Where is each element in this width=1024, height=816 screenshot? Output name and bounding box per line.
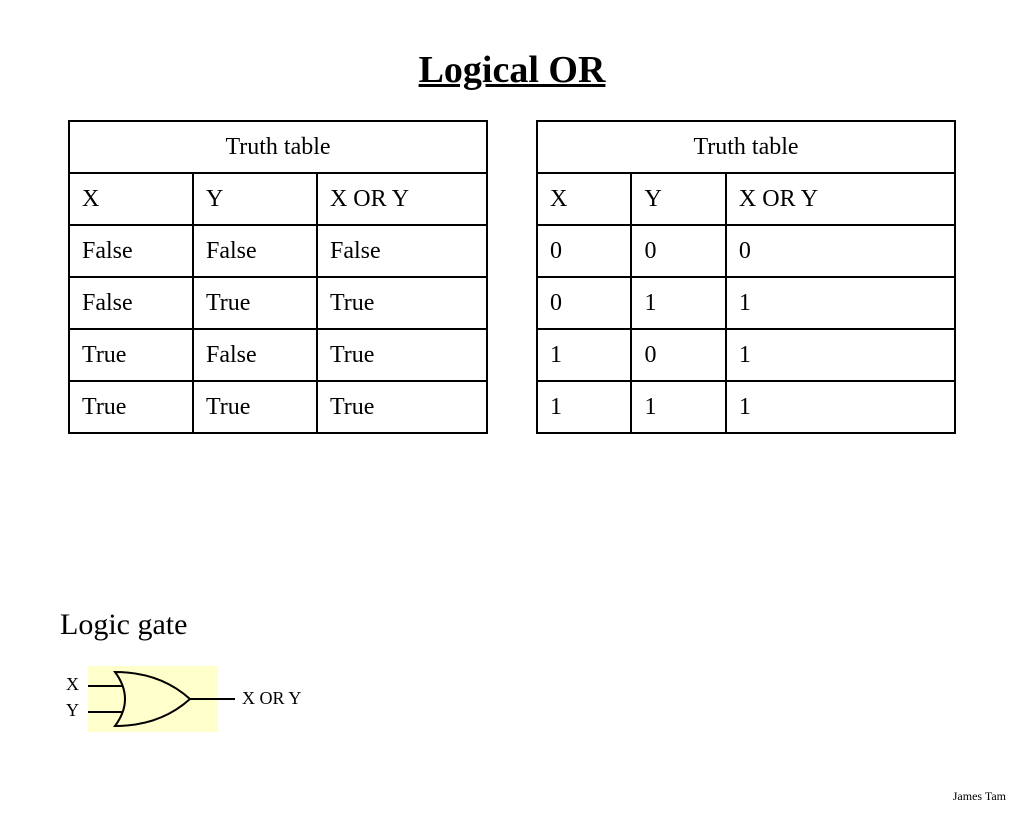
table-row: 0 0 0 [537, 225, 955, 277]
cell: False [193, 329, 317, 381]
col-header: X OR Y [317, 173, 487, 225]
table-caption: Truth table [69, 121, 487, 173]
cell: True [317, 329, 487, 381]
cell: 1 [726, 277, 955, 329]
table-row: Truth table [537, 121, 955, 173]
cell: 1 [726, 381, 955, 433]
table-row: True False True [69, 329, 487, 381]
cell: True [193, 277, 317, 329]
cell: 0 [726, 225, 955, 277]
cell: 1 [537, 329, 631, 381]
cell: 1 [631, 381, 725, 433]
table-row: 1 0 1 [537, 329, 955, 381]
table-row: Truth table [69, 121, 487, 173]
tables-row: Truth table X Y X OR Y False False False… [0, 120, 1024, 434]
table-row: X Y X OR Y [69, 173, 487, 225]
cell: True [317, 277, 487, 329]
cell: 0 [631, 225, 725, 277]
logic-gate-heading: Logic gate [60, 608, 187, 642]
author-credit: James Tam [953, 789, 1006, 804]
cell: True [317, 381, 487, 433]
cell: False [193, 225, 317, 277]
table-row: 1 1 1 [537, 381, 955, 433]
cell: True [193, 381, 317, 433]
table-row: False False False [69, 225, 487, 277]
col-header: Y [193, 173, 317, 225]
cell: 0 [537, 277, 631, 329]
col-header: X OR Y [726, 173, 955, 225]
cell: 0 [631, 329, 725, 381]
cell: True [69, 329, 193, 381]
or-gate-diagram: X Y X OR Y [60, 658, 320, 753]
gate-input-x-label: X [66, 674, 79, 694]
cell: False [69, 277, 193, 329]
table-row: X Y X OR Y [537, 173, 955, 225]
truth-table-boolean: Truth table X Y X OR Y False False False… [68, 120, 488, 434]
gate-input-y-label: Y [66, 700, 79, 720]
cell: False [69, 225, 193, 277]
gate-output-label: X OR Y [242, 688, 301, 708]
cell: 1 [537, 381, 631, 433]
cell: True [69, 381, 193, 433]
page-title: Logical OR [0, 48, 1024, 92]
or-gate-icon: X Y X OR Y [60, 658, 320, 748]
table-row: True True True [69, 381, 487, 433]
col-header: X [69, 173, 193, 225]
col-header: Y [631, 173, 725, 225]
truth-table-binary: Truth table X Y X OR Y 0 0 0 0 1 1 1 0 1… [536, 120, 956, 434]
cell: 1 [631, 277, 725, 329]
cell: False [317, 225, 487, 277]
col-header: X [537, 173, 631, 225]
cell: 1 [726, 329, 955, 381]
table-caption: Truth table [537, 121, 955, 173]
table-row: False True True [69, 277, 487, 329]
cell: 0 [537, 225, 631, 277]
table-row: 0 1 1 [537, 277, 955, 329]
